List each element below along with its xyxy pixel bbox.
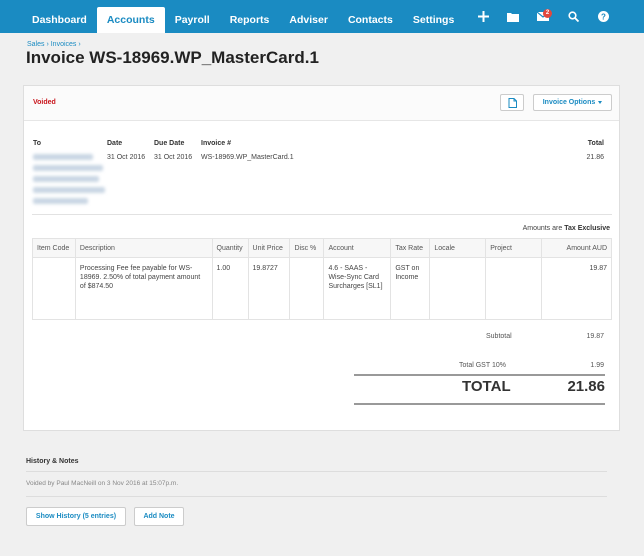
col-account: Account xyxy=(323,238,392,258)
invoice-number: WS-18969.WP_MasterCard.1 xyxy=(201,154,294,161)
top-nav: Dashboard Accounts Payroll Reports Advis… xyxy=(0,0,644,33)
svg-text:?: ? xyxy=(601,12,606,21)
total-label: Total xyxy=(587,140,604,147)
mail-badge: 2 xyxy=(543,9,552,18)
invoice-options-button[interactable]: Invoice Options xyxy=(533,94,612,111)
nav-dashboard[interactable]: Dashboard xyxy=(22,7,97,33)
folder-icon[interactable] xyxy=(498,12,528,22)
print-button[interactable] xyxy=(500,94,524,111)
cell-disc xyxy=(289,257,325,320)
plus-icon[interactable] xyxy=(468,11,498,22)
history-divider-bottom xyxy=(26,496,607,497)
cell-item-code xyxy=(32,257,76,320)
tax-mode: Tax Exclusive xyxy=(564,225,610,232)
date-label: Date xyxy=(107,140,123,147)
info-divider xyxy=(32,214,612,215)
line-items-table: Item Code Description Quantity Unit Pric… xyxy=(32,238,612,320)
invoice-card-header: Voided Invoice Options xyxy=(24,86,619,121)
breadcrumb[interactable]: Sales › Invoices › xyxy=(27,41,81,48)
col-quantity: Quantity xyxy=(211,238,249,258)
grand-total-label: TOTAL xyxy=(462,378,511,395)
invoice-card: Voided Invoice Options To Date Due Date … xyxy=(23,85,620,431)
nav-settings[interactable]: Settings xyxy=(403,7,464,33)
col-unit-price: Unit Price xyxy=(247,238,291,258)
gst-label: Total GST 10% xyxy=(459,362,506,369)
document-icon xyxy=(508,97,517,108)
col-locale: Locale xyxy=(429,238,487,258)
col-description: Description xyxy=(74,238,213,258)
invoice-due-date: 31 Oct 2016 xyxy=(154,154,193,161)
help-icon[interactable]: ? xyxy=(588,11,618,22)
table-row: Processing Fee fee payable for WS-18969.… xyxy=(32,257,612,320)
add-note-button[interactable]: Add Note xyxy=(134,507,184,526)
history-divider xyxy=(26,471,607,472)
nav-adviser[interactable]: Adviser xyxy=(279,7,338,33)
nav-reports[interactable]: Reports xyxy=(220,7,280,33)
show-history-button[interactable]: Show History (5 entries) xyxy=(26,507,126,526)
mail-icon[interactable]: 2 xyxy=(528,9,558,21)
col-project: Project xyxy=(485,238,543,258)
cell-tax-rate: GST on Income xyxy=(390,257,431,320)
page-title: Invoice WS-18969.WP_MasterCard.1 xyxy=(26,48,319,67)
col-item-code: Item Code xyxy=(32,238,76,258)
col-amount: Amount AUD xyxy=(541,238,612,258)
total-divider-top xyxy=(354,374,605,376)
status-badge: Voided xyxy=(33,99,56,106)
chevron-down-icon xyxy=(598,101,603,104)
cell-description: Processing Fee fee payable for WS-18969.… xyxy=(74,257,213,320)
invoice-number-label: Invoice # xyxy=(201,140,231,147)
col-tax-rate: Tax Rate xyxy=(390,238,431,258)
nav-accounts[interactable]: Accounts xyxy=(96,7,165,33)
nav-icons: 2 ? xyxy=(468,0,618,33)
invoice-total: 21.86 xyxy=(586,154,604,161)
due-date-label: Due Date xyxy=(154,140,185,147)
gst-value: 1.99 xyxy=(590,362,604,369)
cell-project xyxy=(485,257,543,320)
nav-payroll[interactable]: Payroll xyxy=(165,7,220,33)
invoice-date: 31 Oct 2016 xyxy=(107,154,146,161)
cell-quantity: 1.00 xyxy=(211,257,249,320)
invoice-options-label: Invoice Options xyxy=(542,99,596,106)
amounts-are-note: Amounts are Tax Exclusive xyxy=(522,225,610,232)
history-entry: Voided by Paul MacNeill on 3 Nov 2016 at… xyxy=(26,480,179,487)
cell-unit-price: 19.8727 xyxy=(247,257,291,320)
to-label: To xyxy=(33,140,42,147)
nav-contacts[interactable]: Contacts xyxy=(338,7,403,33)
grand-total-value: 21.86 xyxy=(567,378,605,395)
search-icon[interactable] xyxy=(558,11,588,22)
total-divider-bottom xyxy=(354,403,605,405)
cell-account: 4.6 - SAAS - Wise-Sync Card Surcharges [… xyxy=(323,257,392,320)
history-title: History & Notes xyxy=(26,458,79,465)
subtotal-label: Subtotal xyxy=(486,333,512,340)
table-header-row: Item Code Description Quantity Unit Pric… xyxy=(32,238,612,258)
subtotal-value: 19.87 xyxy=(586,333,604,340)
cell-locale xyxy=(429,257,487,320)
col-disc: Disc % xyxy=(289,238,325,258)
cell-amount: 19.87 xyxy=(541,257,612,320)
